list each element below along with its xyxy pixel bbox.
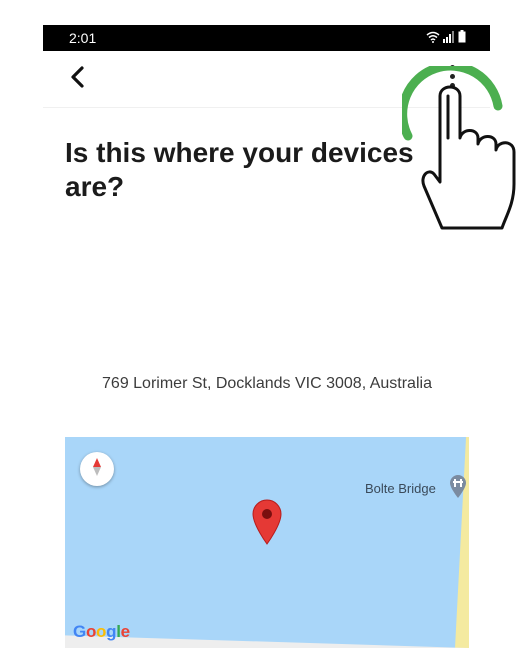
bridge-icon — [449, 475, 467, 504]
page-title: Is this where your devices are? — [65, 136, 465, 204]
compass-button[interactable] — [80, 452, 114, 486]
status-bar: 2:01 — [43, 25, 490, 51]
phone-screen: 2:01 Is this where your devices are? 769… — [43, 0, 490, 648]
back-arrow-icon — [68, 65, 86, 94]
location-map[interactable]: Bolte Bridge Google — [65, 437, 469, 648]
status-time: 2:01 — [69, 30, 97, 46]
more-vert-icon — [442, 65, 462, 88]
poi-label: Bolte Bridge — [365, 481, 436, 496]
device-address: 769 Lorimer St, Docklands VIC 3008, Aust… — [102, 375, 432, 392]
google-attribution: Google — [73, 622, 130, 641]
app-bar — [43, 51, 490, 108]
page-title-line-2: are? — [65, 171, 125, 202]
signal-icon — [443, 30, 455, 48]
more-options-button[interactable] — [442, 65, 462, 95]
status-icons — [426, 30, 466, 48]
compass-icon — [90, 457, 104, 482]
map-land-strip — [455, 437, 469, 648]
battery-icon — [458, 30, 466, 48]
page-title-line-1: Is this where your devices — [65, 137, 414, 168]
map-pin-icon[interactable] — [251, 499, 283, 550]
back-button[interactable] — [61, 61, 93, 97]
wifi-icon — [426, 30, 440, 48]
